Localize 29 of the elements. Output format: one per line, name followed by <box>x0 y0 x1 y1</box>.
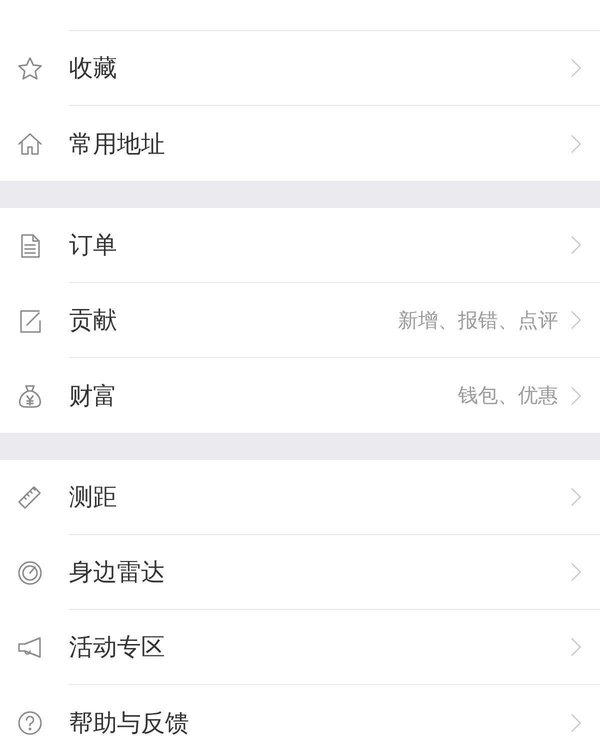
menu-label: 活动专区 <box>69 632 166 663</box>
menu-detail: 钱包、优惠 <box>458 382 558 409</box>
chevron-right-icon <box>570 309 582 331</box>
menu-label: 订单 <box>69 230 118 261</box>
menu-item[interactable]: 财富 钱包、优惠 <box>0 358 600 433</box>
menu-item[interactable]: 常用地址 <box>0 106 600 181</box>
chevron-right-icon <box>570 486 582 508</box>
menu-label: 财富 <box>69 380 118 412</box>
menu-label: 常用地址 <box>69 128 166 160</box>
menu-item[interactable]: 测距 <box>0 460 600 535</box>
menu-item[interactable]: 订单 <box>0 208 600 283</box>
chevron-right-icon <box>570 712 582 734</box>
menu-label: 贡献 <box>69 305 118 336</box>
menu-item[interactable]: 帮助与反馈 <box>0 685 600 752</box>
chevron-right-icon <box>570 636 582 658</box>
menu-item[interactable]: 活动专区 <box>0 610 600 685</box>
chevron-right-icon <box>570 57 582 79</box>
chevron-right-icon <box>570 132 582 154</box>
menu-item[interactable]: 贡献 新增、报错、点评 <box>0 283 600 358</box>
menu-label: 测距 <box>69 482 118 513</box>
chevron-right-icon <box>570 384 582 406</box>
chevron-right-icon <box>570 234 582 256</box>
menu-label: 帮助与反馈 <box>69 708 190 738</box>
chevron-right-icon <box>570 561 582 583</box>
menu-item[interactable]: 收藏 <box>0 31 600 106</box>
menu-detail: 新增、报错、点评 <box>398 306 558 334</box>
menu-label: 收藏 <box>69 53 118 84</box>
menu-label: 身边雷达 <box>69 557 166 588</box>
menu-item[interactable]: 身边雷达 <box>0 535 600 610</box>
